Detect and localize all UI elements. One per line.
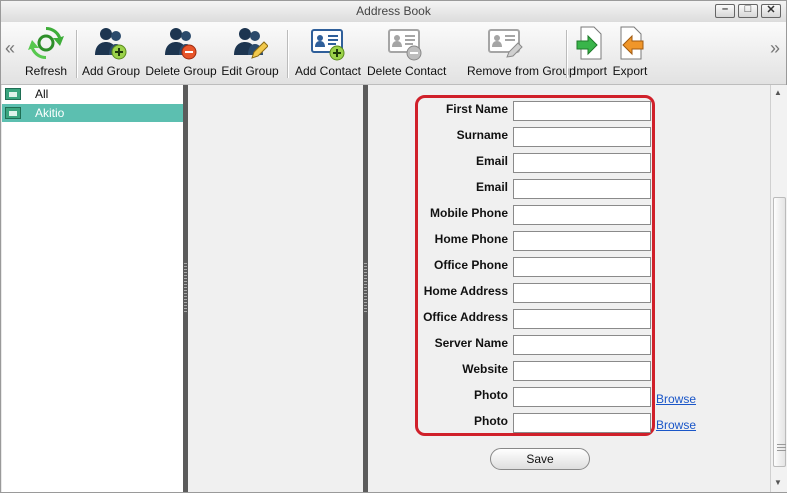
folder-icon — [5, 88, 21, 100]
group-item-label: Akitio — [35, 106, 65, 120]
office-phone-field[interactable] — [513, 257, 651, 277]
delete-group-icon — [163, 25, 199, 61]
scrollbar-thumb[interactable] — [773, 197, 786, 467]
minimize-button[interactable]: – — [715, 3, 735, 18]
import-icon — [576, 25, 604, 61]
add-contact-label: Add Contact — [294, 64, 362, 78]
edit-group-icon — [232, 25, 269, 61]
splitter-grip — [184, 263, 187, 313]
photo-2-field[interactable] — [513, 413, 651, 433]
export-label: Export — [612, 64, 648, 78]
website-field[interactable] — [513, 361, 651, 381]
close-button[interactable]: ✕ — [761, 4, 781, 18]
group-item-akitio[interactable]: Akitio — [2, 104, 183, 122]
photo-label: Photo — [474, 388, 508, 402]
splitter-grip — [364, 263, 367, 313]
minimize-icon: – — [721, 3, 729, 15]
mobile-phone-field[interactable] — [513, 205, 651, 225]
photo-field[interactable] — [513, 387, 651, 407]
home-address-label: Home Address — [423, 284, 508, 298]
server-name-field[interactable] — [513, 335, 651, 355]
office-address-field[interactable] — [513, 309, 651, 329]
scrollbar-grip — [777, 444, 786, 453]
office-phone-label: Office Phone — [433, 258, 508, 272]
first-name-label: First Name — [445, 102, 508, 116]
photo-browse-link[interactable]: Browse — [656, 392, 696, 406]
address-book-window: Address Book – □ ✕ « Refresh Add Group D… — [0, 0, 787, 493]
toolbar: « Refresh Add Group Delete Group Edit Gr — [1, 22, 786, 85]
contact-list — [188, 85, 363, 492]
email-2-label: Email — [475, 180, 508, 194]
email-field[interactable] — [513, 153, 651, 173]
first-name-field[interactable] — [513, 101, 651, 121]
mobile-phone-label: Mobile Phone — [430, 206, 508, 220]
home-address-field[interactable] — [513, 283, 651, 303]
photo-2-label: Photo — [474, 414, 508, 428]
delete-contact-button[interactable]: Delete Contact — [367, 22, 446, 82]
surname-field[interactable] — [513, 127, 651, 147]
toolbar-scroll-left-icon[interactable]: « — [5, 38, 15, 59]
server-name-label: Server Name — [434, 336, 508, 350]
export-icon — [616, 25, 644, 61]
delete-group-label: Delete Group — [145, 64, 217, 78]
remove-from-group-label: Remove from Group — [467, 64, 576, 78]
scroll-up-icon[interactable]: ▲ — [774, 88, 782, 97]
edit-group-button[interactable]: Edit Group — [221, 22, 279, 82]
group-item-label: All — [35, 87, 49, 101]
window-title: Address Book — [356, 4, 431, 18]
toolbar-separator — [287, 30, 289, 78]
add-group-icon — [93, 25, 129, 61]
website-label: Website — [462, 362, 508, 376]
group-list: All Akitio — [2, 85, 183, 492]
email-label: Email — [475, 154, 508, 168]
home-phone-label: Home Phone — [434, 232, 508, 246]
export-button[interactable]: Export — [613, 22, 647, 82]
add-group-button[interactable]: Add Group — [82, 22, 140, 82]
edit-group-label: Edit Group — [221, 64, 279, 78]
surname-label: Surname — [456, 128, 508, 142]
refresh-icon — [28, 25, 64, 61]
add-contact-icon — [310, 25, 346, 61]
group-item-all[interactable]: All — [2, 85, 183, 103]
email-2-field[interactable] — [513, 179, 651, 199]
delete-contact-label: Delete Contact — [367, 64, 447, 78]
refresh-button[interactable]: Refresh — [23, 22, 69, 82]
detail-scrollbar[interactable]: ▲ ▼ — [770, 85, 787, 492]
toolbar-scroll-right-icon[interactable]: » — [770, 38, 780, 59]
maximize-icon: □ — [744, 3, 752, 15]
add-contact-button[interactable]: Add Contact — [295, 22, 361, 82]
remove-from-group-icon — [487, 25, 523, 61]
add-group-label: Add Group — [81, 64, 141, 78]
scroll-down-icon[interactable]: ▼ — [774, 478, 782, 487]
delete-contact-icon — [387, 25, 423, 61]
delete-group-button[interactable]: Delete Group — [145, 22, 217, 82]
photo-2-browse-link[interactable]: Browse — [656, 418, 696, 432]
folder-icon — [5, 107, 21, 119]
office-address-label: Office Address — [423, 310, 508, 324]
home-phone-field[interactable] — [513, 231, 651, 251]
title-bar: Address Book – □ ✕ — [1, 1, 786, 23]
maximize-button[interactable]: □ — [738, 3, 758, 18]
remove-from-group-button[interactable]: Remove from Group — [467, 22, 576, 82]
save-button[interactable]: Save — [490, 448, 590, 470]
close-icon: ✕ — [766, 4, 776, 16]
